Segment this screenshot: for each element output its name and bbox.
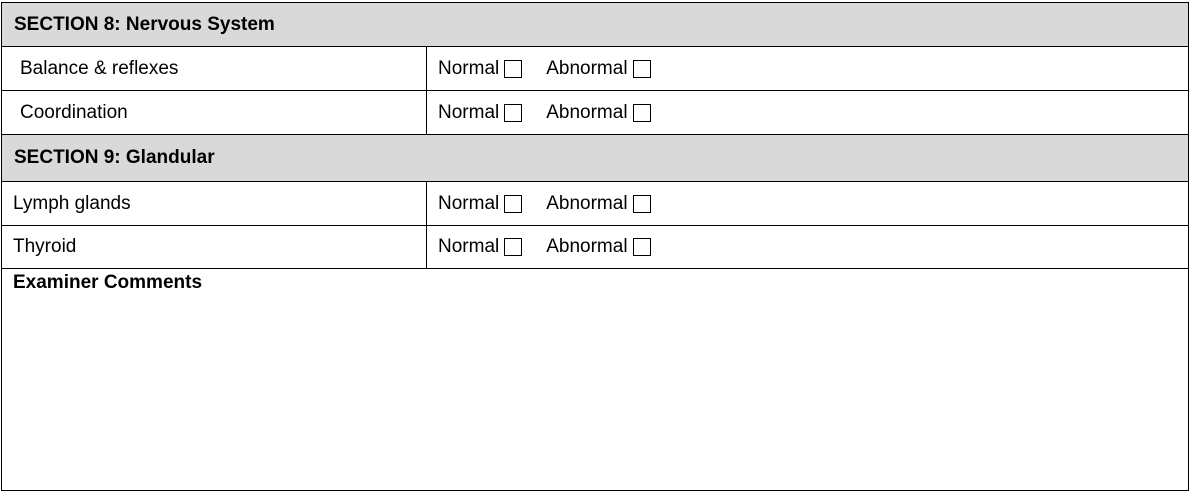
- option-group: Normal Abnormal: [438, 102, 651, 124]
- column-divider: [426, 226, 427, 268]
- section-9-header: SECTION 9: Glandular: [2, 135, 1188, 182]
- examiner-comments-title: Examiner Comments: [13, 272, 203, 293]
- column-divider: [426, 47, 427, 90]
- exam-row-coordination: Coordination Normal Abnormal: [2, 91, 1188, 135]
- option-normal: Normal: [438, 101, 523, 124]
- normal-checkbox[interactable]: [504, 103, 523, 122]
- item-label-thyroid: Thyroid: [13, 236, 77, 257]
- examiner-comments-section: Examiner Comments: [2, 269, 1188, 490]
- column-divider: [426, 182, 427, 225]
- abnormal-checkbox[interactable]: [632, 238, 651, 256]
- exam-row-lymph-glands: Lymph glands Normal Abnormal: [2, 182, 1188, 226]
- option-abnormal: Abnormal: [546, 101, 651, 124]
- option-abnormal-label: Abnormal: [546, 236, 628, 257]
- option-abnormal-label: Abnormal: [546, 101, 628, 123]
- normal-checkbox[interactable]: [504, 238, 523, 256]
- option-group: Normal Abnormal: [438, 193, 651, 215]
- section-8-title: SECTION 8: Nervous System: [14, 13, 275, 35]
- option-normal-label: Normal: [438, 57, 500, 79]
- exam-row-thyroid: Thyroid Normal Abnormal: [2, 226, 1188, 269]
- option-abnormal-label: Abnormal: [546, 57, 628, 79]
- option-normal-label: Normal: [438, 101, 500, 123]
- option-group: Normal Abnormal: [438, 236, 651, 258]
- exam-row-balance-reflexes: Balance & reflexes Normal Abnormal: [2, 47, 1188, 91]
- option-normal: Normal: [438, 57, 523, 80]
- column-divider: [426, 91, 427, 134]
- option-abnormal: Abnormal: [546, 192, 651, 215]
- item-label-balance-reflexes: Balance & reflexes: [20, 57, 179, 79]
- abnormal-checkbox[interactable]: [632, 59, 651, 78]
- examiner-comments-field[interactable]: [6, 299, 1184, 486]
- medical-exam-form: SECTION 8: Nervous System Balance & refl…: [1, 2, 1189, 491]
- option-abnormal: Abnormal: [546, 57, 651, 80]
- section-8-header: SECTION 8: Nervous System: [2, 3, 1188, 47]
- abnormal-checkbox[interactable]: [632, 194, 651, 213]
- section-9-title: SECTION 9: Glandular: [14, 147, 215, 168]
- normal-checkbox[interactable]: [504, 194, 523, 213]
- option-normal: Normal: [438, 236, 523, 258]
- abnormal-checkbox[interactable]: [632, 103, 651, 122]
- option-abnormal: Abnormal: [546, 236, 651, 258]
- item-label-lymph-glands: Lymph glands: [13, 192, 131, 214]
- option-normal-label: Normal: [438, 192, 500, 214]
- normal-checkbox[interactable]: [504, 59, 523, 78]
- option-abnormal-label: Abnormal: [546, 192, 628, 214]
- option-normal: Normal: [438, 192, 523, 215]
- option-normal-label: Normal: [438, 236, 500, 257]
- item-label-coordination: Coordination: [20, 101, 128, 123]
- option-group: Normal Abnormal: [438, 58, 651, 80]
